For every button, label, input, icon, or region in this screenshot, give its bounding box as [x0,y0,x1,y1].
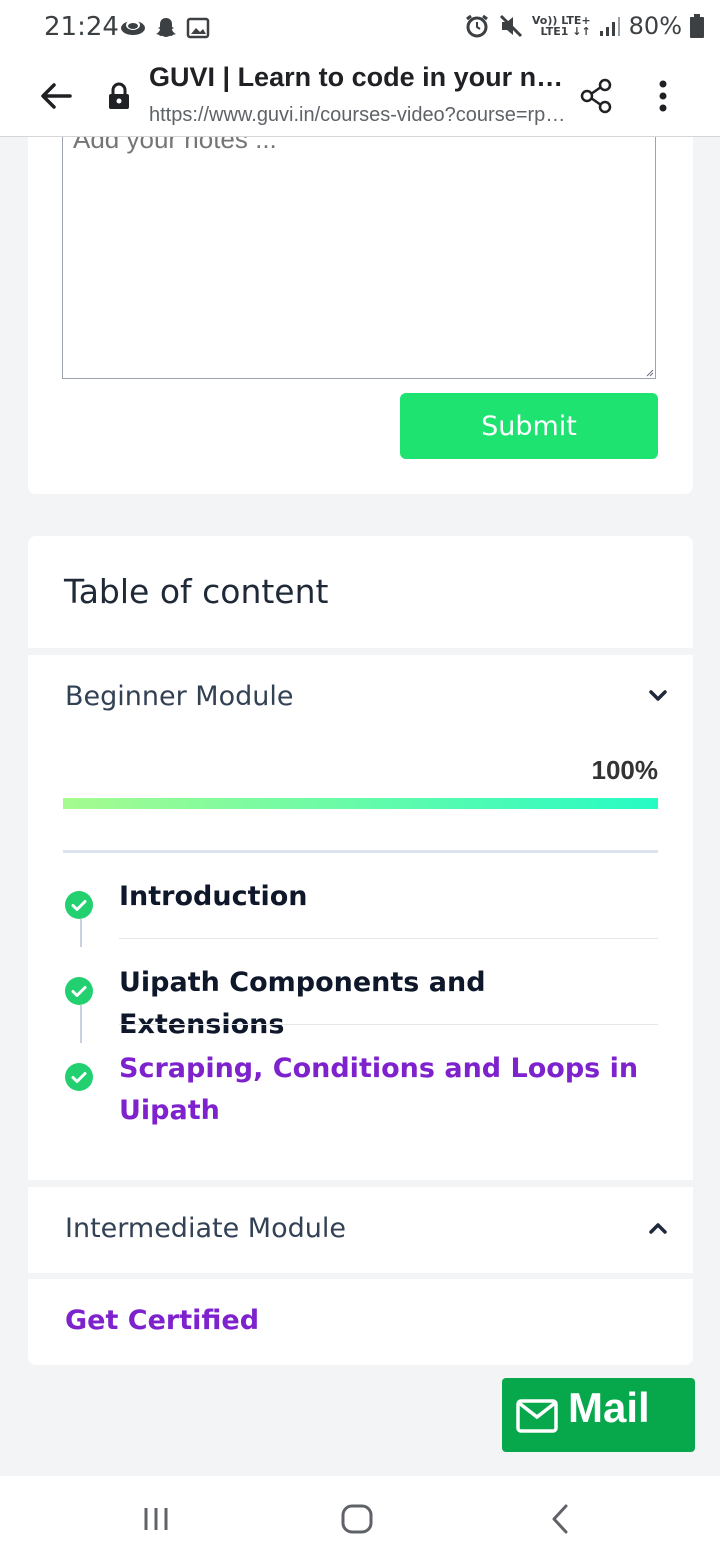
cloud-icon [121,20,145,35]
browser-toolbar: GUVI | Learn to code in your native lang… [0,56,720,137]
resize-grip-icon[interactable] [646,369,654,377]
battery-icon [690,14,704,38]
module-header-beginner[interactable]: Beginner Module [28,655,693,741]
module-intermediate[interactable]: Intermediate Module [28,1187,693,1273]
mail-icon [516,1399,558,1433]
lesson-separator [119,1024,658,1025]
progress-bar [63,798,658,809]
lesson-item[interactable]: Introduction [28,873,693,937]
mail-button[interactable]: Mail [502,1378,695,1452]
check-circle-icon [65,891,93,919]
battery-percentage: 80% [628,12,682,40]
lesson-connector [80,919,82,947]
share-icon[interactable] [578,76,616,116]
lesson-item[interactable]: Uipath Components and Extensions [28,959,693,1040]
progress-bar-fill [63,798,658,809]
page-url[interactable]: https://www.guvi.in/courses-video?course… [149,104,569,127]
notes-textarea[interactable] [62,137,656,379]
back-arrow-icon[interactable] [36,76,76,116]
mail-label: Mail [568,1384,650,1431]
lesson-label: Uipath Components and Extensions [119,967,486,1040]
divider [63,850,658,853]
submit-button[interactable]: Submit [400,393,658,459]
mute-icon [499,14,522,38]
lesson-item-current[interactable]: Scraping, Conditions and Loops in Uipath [28,1045,693,1135]
alarm-icon [465,14,488,38]
status-time: 21:24 [44,12,119,42]
check-circle-icon [65,977,93,1005]
more-options-icon[interactable] [648,76,678,116]
table-of-content-header: Table of content [28,536,693,648]
lesson-label: Scraping, Conditions and Loops in Uipath [119,1053,639,1126]
check-circle-icon [65,1063,93,1091]
back-nav-icon[interactable] [548,1502,572,1536]
lesson-connector [80,1005,82,1043]
chevron-up-icon[interactable] [648,1221,668,1235]
status-bar: 21:24 Vo)) LTE+ LTE1 ↓↑ 80% [0,0,720,56]
module-title: Beginner Module [65,681,294,712]
volte-icon: Vo)) LTE+ LTE1 ↓↑ [532,15,591,37]
lock-icon[interactable] [106,82,132,110]
progress-percentage: 100% [591,755,659,785]
system-navigation-bar [0,1476,720,1560]
volte-line2: LTE1 ↓↑ [540,25,591,38]
module-beginner: Beginner Module 100% Introduction Uipath… [28,655,693,1180]
get-certified-link[interactable]: Get Certified [65,1305,259,1336]
page-title[interactable]: GUVI | Learn to code in your native lang… [149,62,569,93]
notes-card: Submit [28,137,693,494]
image-icon [186,17,210,39]
signal-icon [599,17,620,36]
home-icon[interactable] [340,1502,374,1536]
module-title: Intermediate Module [65,1213,346,1244]
lesson-label: Introduction [119,881,308,912]
get-certified-card[interactable]: Get Certified [28,1279,693,1365]
chevron-down-icon[interactable] [648,689,668,703]
lesson-separator [119,938,658,939]
toc-title: Table of content [64,572,329,611]
snapchat-icon [156,18,176,37]
recent-apps-icon[interactable] [141,1502,171,1536]
